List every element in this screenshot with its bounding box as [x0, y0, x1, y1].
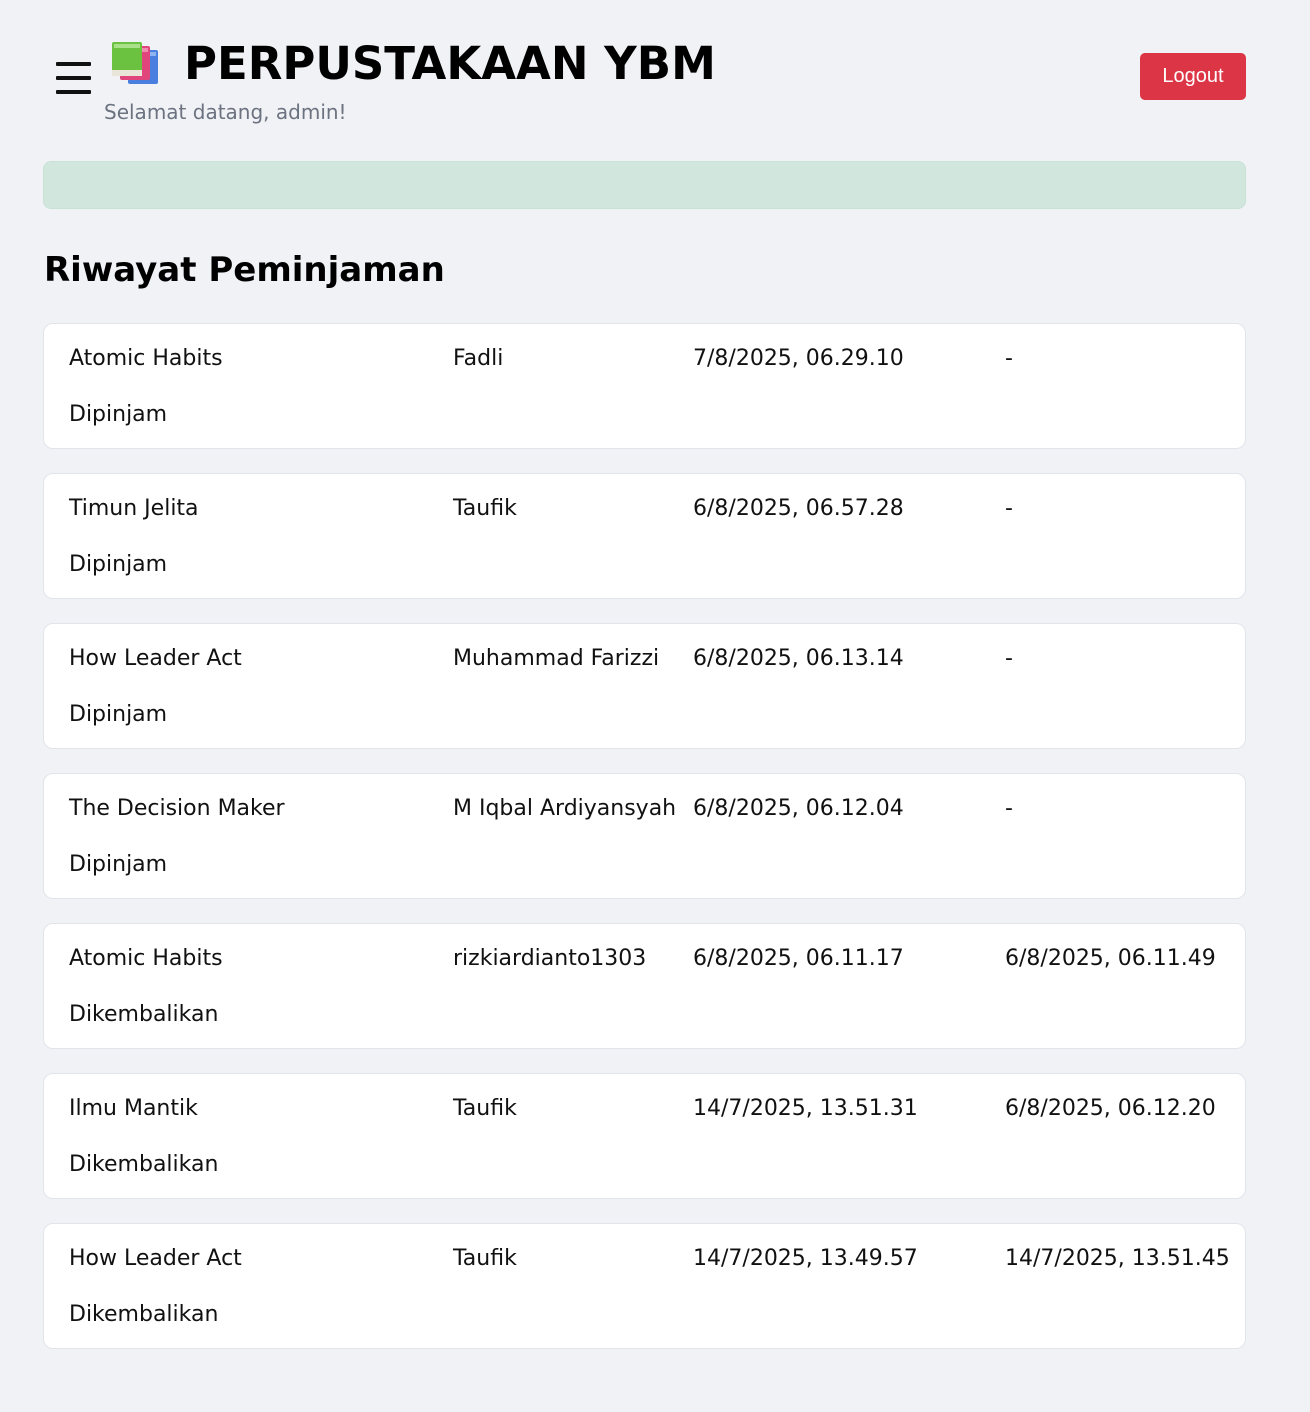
loan-status: Dikembalikan — [69, 1002, 219, 1027]
borrow-date: 6/8/2025, 06.11.17 — [693, 946, 904, 971]
loan-status: Dipinjam — [69, 402, 168, 427]
hamburger-menu-icon[interactable] — [55, 60, 93, 98]
return-date: - — [1005, 346, 1013, 371]
loan-history-list: Atomic Habits Fadli 7/8/2025, 06.29.10 -… — [43, 323, 1246, 1373]
brand: PERPUSTAKAAN YBM — [110, 36, 716, 90]
borrower-name: M Iqbal Ardiyansyah — [453, 796, 677, 821]
return-date: - — [1005, 496, 1013, 521]
return-date: - — [1005, 646, 1013, 671]
borrow-date: 14/7/2025, 13.51.31 — [693, 1096, 918, 1121]
loan-status: Dipinjam — [69, 702, 168, 727]
loan-status: Dikembalikan — [69, 1152, 219, 1177]
loan-card: Ilmu Mantik Taufik 14/7/2025, 13.51.31 6… — [43, 1073, 1246, 1199]
borrow-date: 14/7/2025, 13.49.57 — [693, 1246, 918, 1271]
return-date: 14/7/2025, 13.51.45 — [1005, 1246, 1230, 1271]
books-icon — [112, 42, 158, 84]
borrower-name: Taufik — [453, 1246, 517, 1271]
book-title: Timun Jelita — [69, 496, 199, 521]
loan-card: The Decision Maker M Iqbal Ardiyansyah 6… — [43, 773, 1246, 899]
loan-card: How Leader Act Muhammad Farizzi 6/8/2025… — [43, 623, 1246, 749]
book-title: Atomic Habits — [69, 346, 223, 371]
loan-status: Dipinjam — [69, 552, 168, 577]
app-title: PERPUSTAKAAN YBM — [184, 36, 716, 90]
alert-bar — [43, 161, 1246, 209]
app-header: PERPUSTAKAAN YBM Selamat datang, admin! … — [0, 0, 1310, 150]
loan-status: Dikembalikan — [69, 1302, 219, 1327]
book-title: Atomic Habits — [69, 946, 223, 971]
book-title: Ilmu Mantik — [69, 1096, 198, 1121]
book-title: How Leader Act — [69, 1246, 242, 1271]
welcome-text: Selamat datang, admin! — [104, 100, 347, 124]
section-title: Riwayat Peminjaman — [44, 250, 445, 290]
borrow-date: 6/8/2025, 06.12.04 — [693, 796, 904, 821]
loan-card: Timun Jelita Taufik 6/8/2025, 06.57.28 -… — [43, 473, 1246, 599]
borrow-date: 7/8/2025, 06.29.10 — [693, 346, 904, 371]
book-title: The Decision Maker — [69, 796, 285, 821]
return-date: 6/8/2025, 06.11.49 — [1005, 946, 1216, 971]
borrower-name: rizkiardianto1303 — [453, 946, 647, 971]
borrow-date: 6/8/2025, 06.13.14 — [693, 646, 904, 671]
borrower-name: Fadli — [453, 346, 504, 371]
loan-card: Atomic Habits rizkiardianto1303 6/8/2025… — [43, 923, 1246, 1049]
return-date: 6/8/2025, 06.12.20 — [1005, 1096, 1216, 1121]
borrower-name: Taufik — [453, 1096, 517, 1121]
loan-status: Dipinjam — [69, 852, 168, 877]
return-date: - — [1005, 796, 1013, 821]
borrower-name: Taufik — [453, 496, 517, 521]
book-title: How Leader Act — [69, 646, 242, 671]
loan-card: How Leader Act Taufik 14/7/2025, 13.49.5… — [43, 1223, 1246, 1349]
logout-button[interactable]: Logout — [1140, 53, 1246, 100]
borrow-date: 6/8/2025, 06.57.28 — [693, 496, 904, 521]
borrower-name: Muhammad Farizzi — [453, 646, 660, 671]
loan-card: Atomic Habits Fadli 7/8/2025, 06.29.10 -… — [43, 323, 1246, 449]
